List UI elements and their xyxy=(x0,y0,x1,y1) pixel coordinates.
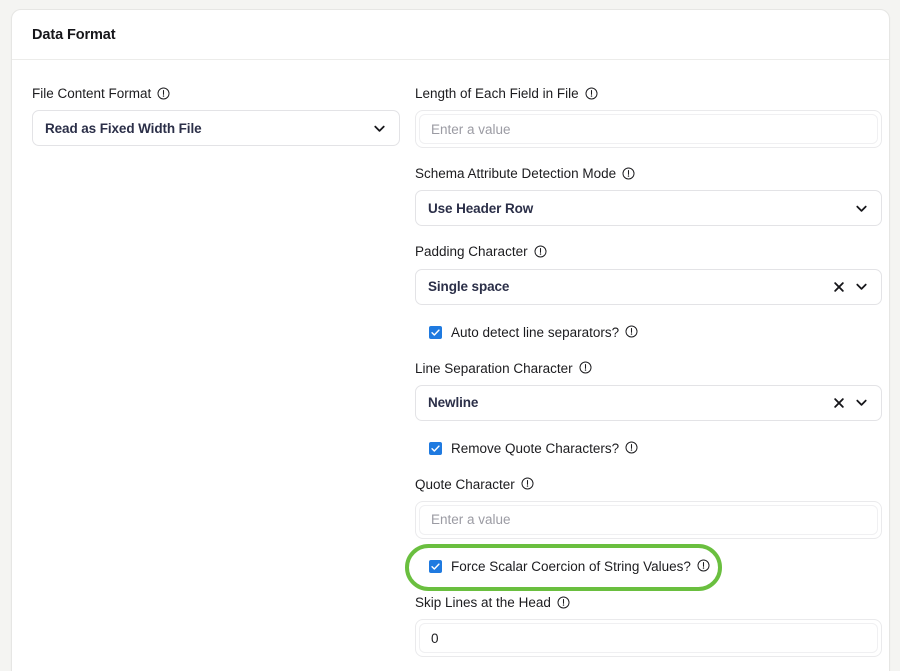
checkbox-auto-detect-line-separators[interactable] xyxy=(429,326,442,340)
checkbox-remove-quote-characters[interactable] xyxy=(429,442,442,456)
info-exclamation-circle-icon[interactable] xyxy=(157,87,170,100)
chevron-down-icon[interactable] xyxy=(854,395,869,410)
label-text: Schema Attribute Detection Mode xyxy=(415,166,617,182)
info-exclamation-circle-icon[interactable] xyxy=(557,596,570,609)
field-schema-attribute-detection-mode: Schema Attribute Detection Mode Use Head… xyxy=(415,166,882,227)
highlighted-setting-group: Force Scalar Coercion of String Values? xyxy=(405,543,882,591)
select-value: Use Header Row xyxy=(428,200,534,216)
info-exclamation-circle-icon[interactable] xyxy=(579,361,592,374)
input-value: 0 xyxy=(431,630,439,646)
label-text: Auto detect line separators? xyxy=(451,325,620,341)
label-line-separation-character: Line Separation Character xyxy=(415,361,882,377)
field-skip-lines-at-the-head: Skip Lines at the Head 0 xyxy=(415,595,882,658)
left-column: File Content Format Read as Fixed Width … xyxy=(32,86,400,671)
checkbox-force-scalar-coercion-of-string-values[interactable] xyxy=(429,560,442,574)
select-file-content-format[interactable]: Read as Fixed Width File xyxy=(32,110,400,147)
label-file-content-format: File Content Format xyxy=(32,86,400,102)
text-input-skip-lines-at-the-head[interactable]: 0 xyxy=(419,623,878,654)
label-skip-lines-at-the-head: Skip Lines at the Head xyxy=(415,595,882,611)
select-padding-character[interactable]: Single space xyxy=(415,268,882,305)
input-placeholder: Enter a value xyxy=(431,512,511,528)
select-value: Newline xyxy=(428,395,479,411)
input-wrapper: Enter a value xyxy=(415,110,882,149)
info-exclamation-circle-icon[interactable] xyxy=(625,325,638,338)
info-exclamation-circle-icon[interactable] xyxy=(521,477,534,490)
field-file-content-format: File Content Format Read as Fixed Width … xyxy=(32,86,400,147)
label-length-of-each-field: Length of Each Field in File xyxy=(415,86,882,102)
info-exclamation-circle-icon[interactable] xyxy=(625,441,638,454)
input-placeholder: Enter a value xyxy=(431,121,511,137)
field-length-of-each-field: Length of Each Field in File Enter a val… xyxy=(415,86,882,149)
label-text: Force Scalar Coercion of String Values? xyxy=(451,559,691,575)
label-text: Quote Character xyxy=(415,476,515,492)
label-quote-character: Quote Character xyxy=(415,477,882,493)
field-line-separation-character: Line Separation Character Newline xyxy=(415,361,882,421)
label-auto-detect-line-separators: Auto detect line separators? xyxy=(451,325,638,340)
info-exclamation-circle-icon[interactable] xyxy=(585,87,598,100)
checkbox-row-remove-quote-characters: Remove Quote Characters? xyxy=(415,439,882,459)
select-schema-attribute-detection-mode[interactable]: Use Header Row xyxy=(415,190,882,227)
card-body: File Content Format Read as Fixed Width … xyxy=(12,60,889,671)
label-remove-quote-characters: Remove Quote Characters? xyxy=(451,441,638,456)
page-title: Data Format xyxy=(32,26,116,43)
label-schema-attribute-detection-mode: Schema Attribute Detection Mode xyxy=(415,166,882,182)
checkbox-row-force-scalar-coercion: Force Scalar Coercion of String Values? xyxy=(415,557,882,577)
chevron-down-icon[interactable] xyxy=(372,121,387,136)
text-input-length-of-each-field[interactable]: Enter a value xyxy=(419,114,878,145)
checkbox-row-auto-detect-line-separators: Auto detect line separators? xyxy=(415,323,882,343)
input-wrapper: Enter a value xyxy=(415,500,882,539)
info-exclamation-circle-icon[interactable] xyxy=(534,245,547,258)
label-text: Length of Each Field in File xyxy=(415,86,579,101)
label-text: Padding Character xyxy=(415,244,528,260)
select-value: Read as Fixed Width File xyxy=(45,120,202,136)
label-text: Remove Quote Characters? xyxy=(451,441,620,457)
field-padding-character: Padding Character Single space xyxy=(415,244,882,305)
clear-x-icon[interactable] xyxy=(832,280,846,294)
info-exclamation-circle-icon[interactable] xyxy=(622,167,635,180)
info-exclamation-circle-icon[interactable] xyxy=(697,559,710,572)
field-quote-character: Quote Character Enter a value xyxy=(415,477,882,539)
data-format-card: Data Format File Content Format Read as … xyxy=(11,9,890,671)
text-input-quote-character[interactable]: Enter a value xyxy=(419,504,878,535)
chevron-down-icon[interactable] xyxy=(854,201,869,216)
select-value: Single space xyxy=(428,279,510,295)
input-wrapper: 0 xyxy=(415,619,882,658)
page-root: Data Format File Content Format Read as … xyxy=(0,0,900,671)
clear-x-icon[interactable] xyxy=(832,396,846,410)
select-line-separation-character[interactable]: Newline xyxy=(415,384,882,421)
label-text: Line Separation Character xyxy=(415,360,573,376)
chevron-down-icon[interactable] xyxy=(854,279,869,294)
label-text: File Content Format xyxy=(32,86,152,101)
label-text: Skip Lines at the Head xyxy=(415,594,551,610)
label-force-scalar-coercion-of-string-values: Force Scalar Coercion of String Values? xyxy=(451,559,710,574)
right-column: Length of Each Field in File Enter a val… xyxy=(405,86,882,671)
card-header: Data Format xyxy=(12,10,889,60)
label-padding-character: Padding Character xyxy=(415,244,882,260)
